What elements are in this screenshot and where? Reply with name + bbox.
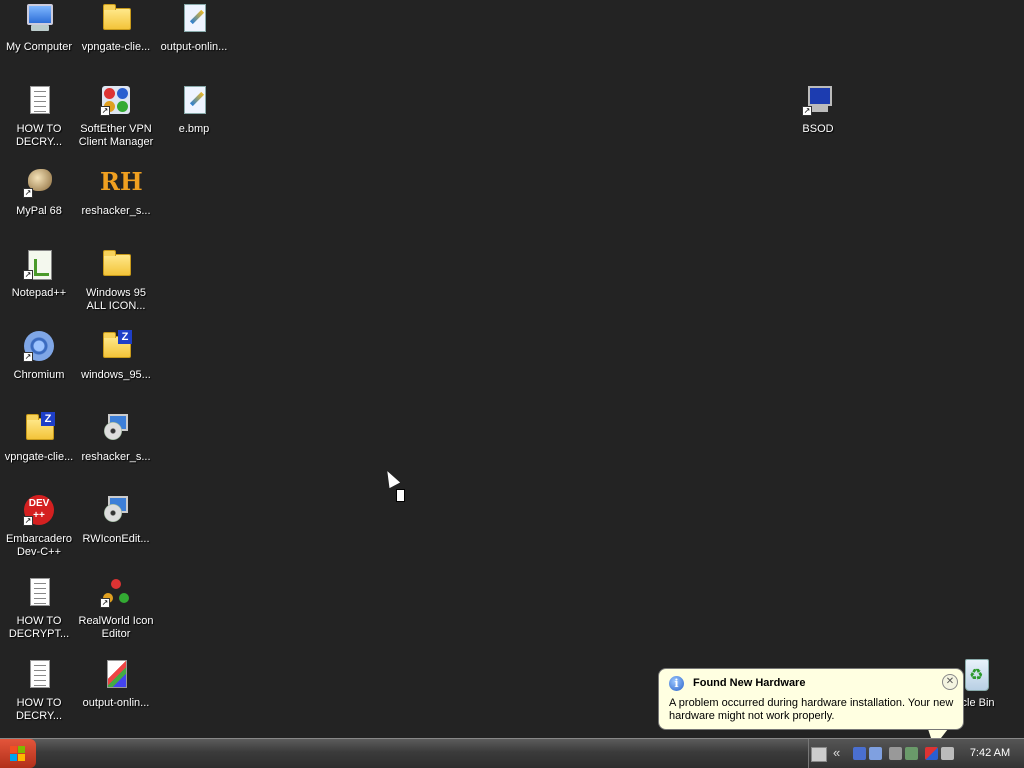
notepad-plus-plus-icon: ↗ — [23, 248, 55, 280]
softether-icon: ↗ — [100, 84, 132, 116]
desktop-icon-reshacker-1[interactable]: RH reshacker_s... — [77, 166, 155, 218]
desktop-icon-label: HOW TO DECRYPT... — [8, 615, 70, 640]
desktop-icon-my-computer[interactable]: My Computer — [0, 2, 78, 54]
network-icon[interactable] — [853, 747, 866, 760]
hardware-connect-icon[interactable] — [941, 747, 954, 760]
bsod-computer-icon: ↗ — [802, 84, 834, 116]
desktop-icon-windows95-zip[interactable]: Z windows_95... — [77, 330, 155, 382]
text-document-icon — [23, 658, 55, 690]
text-document-icon — [23, 84, 55, 116]
desktop-icon-label: e.bmp — [178, 123, 210, 135]
shortcut-arrow-icon: ↗ — [100, 106, 110, 116]
desktop-icon-output-online-2[interactable]: output-onlin... — [77, 658, 155, 710]
desktop-icon-how-to-decrypt-1[interactable]: HOW TO DECRY... — [0, 84, 78, 149]
installer-icon — [100, 494, 132, 526]
info-icon: i — [669, 676, 684, 691]
desktop-icon-reshacker-2[interactable]: reshacker_s... — [77, 412, 155, 464]
balloon-message: A problem occurred during hardware insta… — [669, 697, 954, 722]
desktop-icon-label: output-onlin... — [160, 41, 228, 53]
desktop-icon-label: Embarcadero Dev-C++ — [5, 533, 73, 558]
desktop-icon-vpngate-folder[interactable]: vpngate-clie... — [77, 2, 155, 54]
zip-folder-icon: Z — [23, 412, 55, 444]
desktop-icon-softether[interactable]: ↗ SoftEther VPN Client Manager — [77, 84, 155, 149]
taskbar-clock[interactable]: 7:42 AM — [960, 739, 1020, 768]
desktop-icon-label: vpngate-clie... — [81, 41, 151, 53]
desktop-icon-label: windows_95... — [81, 369, 151, 381]
desktop-icon-rwiconeditor-setup[interactable]: RWIconEdit... — [77, 494, 155, 546]
desktop-icon-label: output-onlin... — [82, 697, 150, 709]
desktop-icon-label: Chromium — [13, 369, 65, 381]
realworld-icon-editor-icon: ↗ — [100, 576, 132, 608]
shortcut-arrow-icon: ↗ — [23, 516, 33, 526]
desktop-icon-label: vpngate-clie... — [4, 451, 74, 463]
shortcut-arrow-icon: ↗ — [802, 106, 812, 116]
show-hidden-icons-button[interactable]: « — [833, 745, 840, 760]
desktop-icon-chromium[interactable]: ↗ Chromium — [0, 330, 78, 382]
shortcut-arrow-icon: ↗ — [23, 270, 33, 280]
desktop-icon-label: HOW TO DECRY... — [15, 697, 63, 722]
desktop-icon-dev-cpp[interactable]: DEV ++ ↗ Embarcadero Dev-C++ — [0, 494, 78, 559]
zip-folder-icon: Z — [100, 330, 132, 362]
safely-remove-hardware-icon[interactable] — [905, 747, 918, 760]
usb-device-icon[interactable] — [889, 747, 902, 760]
keyboard-icon[interactable] — [811, 747, 827, 762]
softether-tray-icon[interactable] — [925, 747, 938, 760]
desktop-icon-label: MyPal 68 — [16, 205, 62, 217]
folder-icon — [100, 248, 132, 280]
desktop-icon-label: My Computer — [5, 41, 73, 53]
dev-cpp-icon: DEV ++ ↗ — [23, 494, 55, 526]
recycle-bin-icon — [960, 658, 992, 691]
mouse-cursor-icon — [382, 468, 401, 489]
mypal-browser-icon: ↗ — [23, 166, 55, 198]
installer-icon — [100, 412, 132, 444]
taskbar: « 7:42 AM — [0, 738, 1024, 768]
desktop-icon-output-online-1[interactable]: output-onlin... — [155, 2, 233, 54]
desktop-icon-bsod[interactable]: ↗ BSOD — [779, 84, 857, 136]
desktop-icon-label: RealWorld Icon Editor — [78, 615, 154, 640]
image-file-icon — [100, 658, 132, 690]
balloon-close-button[interactable]: ✕ — [942, 674, 958, 690]
desktop-icon-windows95-icons[interactable]: Windows 95 ALL ICON... — [77, 248, 155, 313]
desktop-icon-how-to-decrypt-2[interactable]: HOW TO DECRYPT... — [0, 576, 78, 641]
found-new-hardware-balloon[interactable]: i Found New Hardware ✕ A problem occurre… — [658, 668, 964, 730]
desktop-icon-vpngate-zip[interactable]: Z vpngate-clie... — [0, 412, 78, 464]
desktop-icon-realworld-icon-editor[interactable]: ↗ RealWorld Icon Editor — [77, 576, 155, 641]
desktop-icon-how-to-decrypt-3[interactable]: HOW TO DECRY... — [0, 658, 78, 723]
desktop-icon-e-bmp[interactable]: e.bmp — [155, 84, 233, 136]
network-connection-icon[interactable] — [869, 747, 882, 760]
desktop-icon-label: reshacker_s... — [81, 205, 151, 217]
desktop-icon-label: HOW TO DECRY... — [15, 123, 63, 148]
desktop-icon-label: reshacker_s... — [81, 451, 151, 463]
paint-file-icon — [178, 84, 210, 116]
computer-icon — [23, 2, 55, 34]
desktop-icon-label: Windows 95 ALL ICON... — [86, 287, 146, 312]
text-document-icon — [23, 576, 55, 608]
chromium-icon: ↗ — [23, 330, 55, 362]
desktop-icon-label: BSOD — [802, 123, 834, 135]
windows-flag-icon — [10, 746, 26, 762]
balloon-title: Found New Hardware — [693, 677, 806, 689]
paint-file-icon — [178, 2, 210, 34]
desktop-icon-label: SoftEther VPN Client Manager — [78, 123, 154, 148]
desktop-icon-label: RWIconEdit... — [82, 533, 150, 545]
shortcut-arrow-icon: ↗ — [23, 352, 33, 362]
shortcut-arrow-icon: ↗ — [23, 188, 33, 198]
folder-icon — [100, 2, 132, 34]
reshacker-icon: RH — [100, 167, 143, 196]
desktop-icon-mypal[interactable]: ↗ MyPal 68 — [0, 166, 78, 218]
hourglass-icon — [396, 489, 405, 502]
start-button[interactable] — [0, 739, 36, 768]
shortcut-arrow-icon: ↗ — [100, 598, 110, 608]
desktop-icon-notepad-plus-plus[interactable]: ↗ Notepad++ — [0, 248, 78, 300]
desktop-icon-label: Notepad++ — [11, 287, 67, 299]
